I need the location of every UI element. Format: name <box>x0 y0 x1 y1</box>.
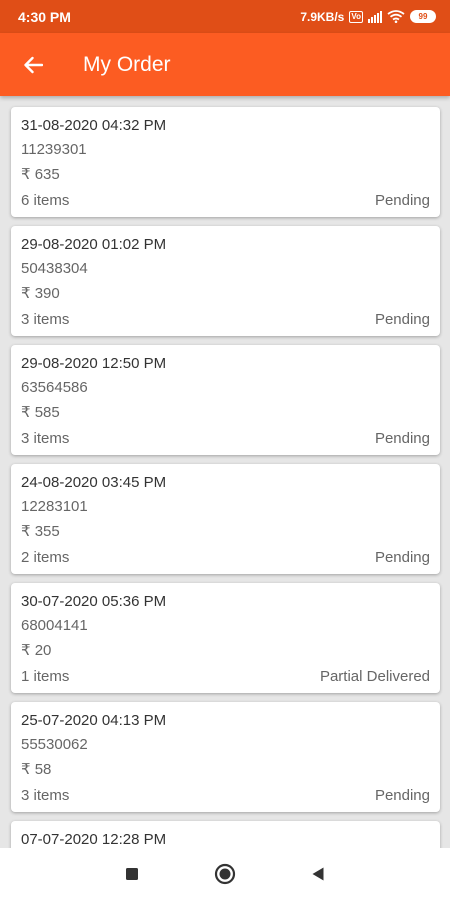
order-card[interactable]: 29-08-2020 01:02 PM 50438304 ₹ 390 3 ite… <box>11 226 440 336</box>
order-number: 11239301 <box>21 141 87 158</box>
order-status: Partial Delivered <box>319 668 430 685</box>
order-amount: ₹ 20 <box>21 642 52 659</box>
order-status: Pending <box>374 787 430 804</box>
order-amount: ₹ 58 <box>21 761 52 778</box>
recents-button[interactable] <box>102 848 162 900</box>
order-card[interactable]: 29-08-2020 12:50 PM 63564586 ₹ 585 3 ite… <box>11 345 440 455</box>
back-nav-button[interactable] <box>288 848 348 900</box>
navigation-bar <box>0 848 450 900</box>
order-items-count: 3 items <box>21 430 70 447</box>
order-date: 29-08-2020 12:50 PM <box>21 355 167 372</box>
order-items-count: 6 items <box>21 192 70 209</box>
order-number: 55530062 <box>21 736 88 753</box>
order-card[interactable]: 07-07-2020 12:28 PM <box>11 821 440 848</box>
order-items-count: 2 items <box>21 549 70 566</box>
volte-badge: Vo <box>349 10 363 23</box>
wifi-icon <box>387 10 405 23</box>
order-amount: ₹ 635 <box>21 166 60 183</box>
order-number: 50438304 <box>21 260 88 277</box>
order-card[interactable]: 24-08-2020 03:45 PM 12283101 ₹ 355 2 ite… <box>11 464 440 574</box>
page-title: My Order <box>83 52 171 76</box>
order-items-count: 3 items <box>21 787 70 804</box>
order-date: 24-08-2020 03:45 PM <box>21 474 167 491</box>
order-number: 12283101 <box>21 498 88 515</box>
back-button[interactable] <box>0 33 66 96</box>
order-date: 30-07-2020 05:36 PM <box>21 593 167 610</box>
order-status: Pending <box>374 430 430 447</box>
order-list[interactable]: 31-08-2020 04:32 PM 11239301 ₹ 635 6 ite… <box>0 96 450 848</box>
square-icon <box>126 868 138 880</box>
battery-icon: 99 <box>410 10 436 23</box>
app-bar: My Order <box>0 33 450 96</box>
order-status: Pending <box>374 311 430 328</box>
order-card[interactable]: 30-07-2020 05:36 PM 68004141 ₹ 20 1 item… <box>11 583 440 693</box>
order-status: Pending <box>374 549 430 566</box>
status-bar: 4:30 PM 7.9KB/s Vo 99 <box>0 0 450 33</box>
order-status: Pending <box>374 192 430 209</box>
signal-icon <box>368 10 382 23</box>
order-date: 25-07-2020 04:13 PM <box>21 712 167 729</box>
order-date: 31-08-2020 04:32 PM <box>21 117 167 134</box>
home-button[interactable] <box>195 848 255 900</box>
arrow-left-icon <box>24 56 43 73</box>
triangle-back-icon <box>312 867 324 881</box>
order-amount: ₹ 585 <box>21 404 60 421</box>
status-time: 4:30 PM <box>18 8 71 25</box>
circle-icon <box>214 863 236 885</box>
status-icons: 7.9KB/s Vo 99 <box>300 10 436 24</box>
order-card[interactable]: 31-08-2020 04:32 PM 11239301 ₹ 635 6 ite… <box>11 107 440 217</box>
order-items-count: 1 items <box>21 668 70 685</box>
order-amount: ₹ 355 <box>21 523 60 540</box>
order-items-count: 3 items <box>21 311 70 328</box>
network-speed: 7.9KB/s <box>300 9 345 24</box>
order-date: 07-07-2020 12:28 PM <box>21 831 167 848</box>
order-date: 29-08-2020 01:02 PM <box>21 236 167 253</box>
order-number: 68004141 <box>21 617 88 634</box>
order-amount: ₹ 390 <box>21 285 60 302</box>
order-number: 63564586 <box>21 379 88 396</box>
order-card[interactable]: 25-07-2020 04:13 PM 55530062 ₹ 58 3 item… <box>11 702 440 812</box>
